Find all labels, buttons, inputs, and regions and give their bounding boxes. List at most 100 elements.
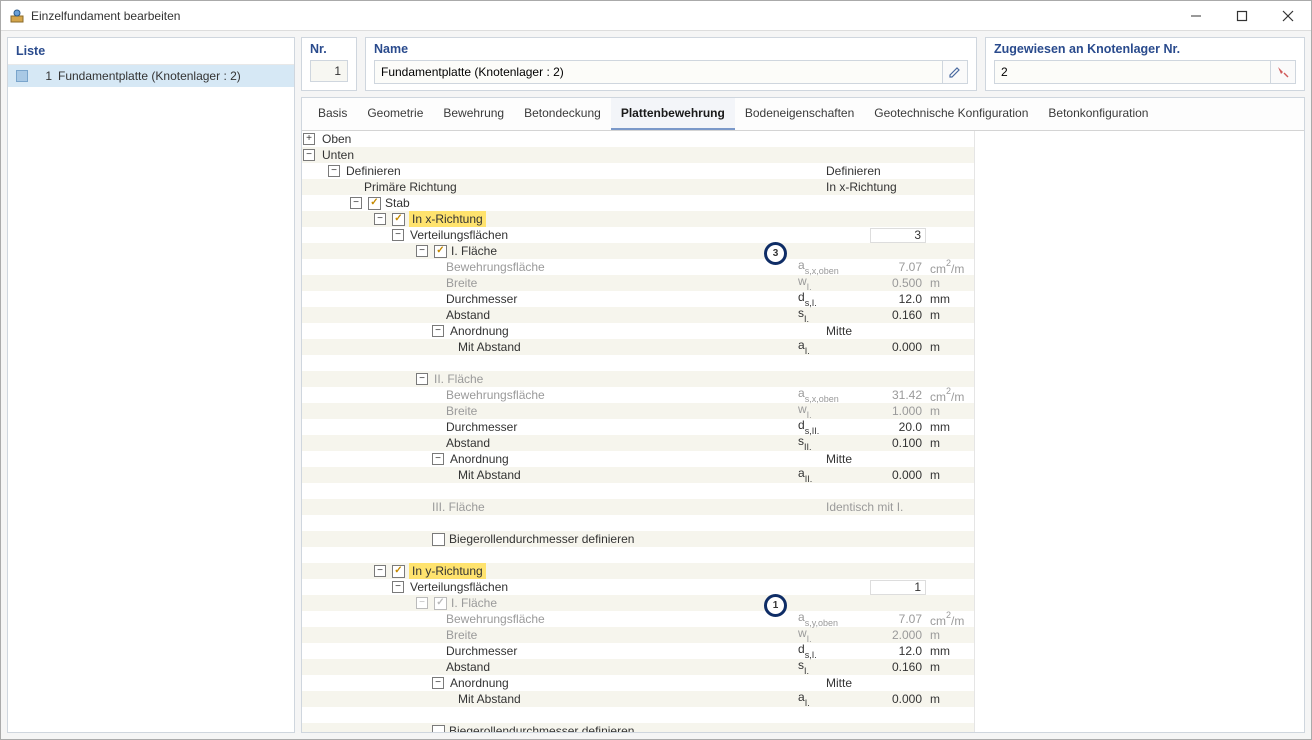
row-spacer2 — [302, 483, 974, 499]
cb-biege-y[interactable] — [432, 725, 445, 733]
row-verteil-y[interactable]: −Verteilungsflächen 1 — [302, 579, 974, 595]
row-abst-y1[interactable]: Abstand sI. 0.160 m — [302, 659, 974, 675]
tab-content: + Oben − Unten − Definieren — [302, 131, 1304, 732]
expand-unten[interactable]: − — [303, 149, 315, 161]
expand-oben[interactable]: + — [303, 133, 315, 145]
expand-anord-x2[interactable]: − — [432, 453, 444, 465]
val-durch-x1[interactable]: 12.0 — [870, 291, 926, 307]
tab-plattenbewehrung[interactable]: Plattenbewehrung — [611, 98, 735, 130]
body: Liste 1 Fundamentplatte (Knotenlager : 2… — [1, 31, 1311, 739]
tab-geotech[interactable]: Geotechnische Konfiguration — [864, 98, 1038, 130]
val-mitabst-y1[interactable]: 0.000 — [870, 691, 926, 707]
tab-bewehrung[interactable]: Bewehrung — [433, 98, 514, 130]
expand-inx[interactable]: − — [374, 213, 386, 225]
tab-betonkonfig[interactable]: Betonkonfiguration — [1038, 98, 1158, 130]
row-in-y[interactable]: −In y-Richtung — [302, 563, 974, 579]
label-breite-x1: Breite — [446, 275, 477, 291]
row-spacer4 — [302, 547, 974, 563]
name-label: Name — [374, 40, 968, 60]
row-durch-x2[interactable]: Durchmesser ds,II. 20.0 mm — [302, 419, 974, 435]
val-verteil-y[interactable]: 1 — [870, 580, 926, 595]
row-durch-x1[interactable]: Durchmesser ds,I. 12.0 mm — [302, 291, 974, 307]
row-iflaeche-x[interactable]: −I. Fläche — [302, 243, 974, 259]
label-abst-x2: Abstand — [446, 435, 490, 451]
tab-bodeneigenschaften[interactable]: Bodeneigenschaften — [735, 98, 864, 130]
window-controls — [1173, 1, 1311, 31]
val-breite-x2: 1.000 — [870, 403, 926, 419]
row-iiflaeche-x[interactable]: −II. Fläche — [302, 371, 974, 387]
expand-definieren[interactable]: − — [328, 165, 340, 177]
label-iii-x: III. Fläche — [432, 499, 485, 515]
cb-iny[interactable] — [392, 565, 405, 578]
list-item-num: 1 — [34, 69, 52, 83]
label-prim: Primäre Richtung — [364, 179, 457, 195]
label-mitabst-y1: Mit Abstand — [458, 691, 521, 707]
row-anord-x2[interactable]: −Anordnung Mitte — [302, 451, 974, 467]
cb-ifl-x[interactable] — [434, 245, 447, 258]
val-abst-x2[interactable]: 0.100 — [870, 435, 926, 451]
main-window: Einzelfundament bearbeiten Liste 1 Funda… — [0, 0, 1312, 740]
expand-iny[interactable]: − — [374, 565, 386, 577]
row-in-x[interactable]: −In x-Richtung — [302, 211, 974, 227]
row-mitabst-y1[interactable]: Mit Abstand aI. 0.000 m — [302, 691, 974, 707]
tab-geometrie[interactable]: Geometrie — [357, 98, 433, 130]
row-definieren[interactable]: −Definieren Definieren — [302, 163, 974, 179]
row-stab[interactable]: −Stab — [302, 195, 974, 211]
label-biege-x: Biegerollendurchmesser definieren — [449, 531, 634, 547]
cb-stab[interactable] — [368, 197, 381, 210]
expand-verteil-x[interactable]: − — [392, 229, 404, 241]
label-ifl-y: I. Fläche — [451, 595, 497, 611]
expand-verteil-y[interactable]: − — [392, 581, 404, 593]
row-oben[interactable]: + Oben — [302, 131, 974, 147]
val-verteil-x[interactable]: 3 — [870, 228, 926, 243]
close-button[interactable] — [1265, 1, 1311, 31]
pick-node-button[interactable] — [1270, 60, 1296, 84]
app-icon — [9, 8, 25, 24]
cb-inx[interactable] — [392, 213, 405, 226]
property-tree[interactable]: + Oben − Unten − Definieren — [302, 131, 974, 732]
val-durch-x2[interactable]: 20.0 — [870, 419, 926, 435]
row-abst-x2[interactable]: Abstand sII. 0.100 m — [302, 435, 974, 451]
row-unten[interactable]: − Unten — [302, 147, 974, 163]
row-biege-x[interactable]: Biegerollendurchmesser definieren — [302, 531, 974, 547]
label-anord-x2: Anordnung — [450, 451, 509, 467]
row-anord-y1[interactable]: −Anordnung Mitte — [302, 675, 974, 691]
nr-label: Nr. — [310, 40, 348, 60]
row-spacer5 — [302, 707, 974, 723]
assigned-input[interactable] — [994, 60, 1270, 84]
row-durch-y1[interactable]: Durchmesser ds,I. 12.0 mm — [302, 643, 974, 659]
val-mitabst-x2[interactable]: 0.000 — [870, 467, 926, 483]
tabstrip: Basis Geometrie Bewehrung Betondeckung P… — [302, 98, 1304, 131]
expand-anord-y1[interactable]: − — [432, 677, 444, 689]
row-anord-x1[interactable]: −Anordnung Mitte — [302, 323, 974, 339]
row-prim[interactable]: Primäre Richtung In x-Richtung — [302, 179, 974, 195]
list-item[interactable]: 1 Fundamentplatte (Knotenlager : 2) — [8, 65, 294, 87]
rename-button[interactable] — [942, 60, 968, 84]
val-abst-x1[interactable]: 0.160 — [870, 307, 926, 323]
expand-ifl-y[interactable]: − — [416, 597, 428, 609]
row-mitabst-x2[interactable]: Mit Abstand aII. 0.000 m — [302, 467, 974, 483]
cb-biege-x[interactable] — [432, 533, 445, 546]
row-verteil-x[interactable]: −Verteilungsflächen 3 — [302, 227, 974, 243]
val-mitabst-x1[interactable]: 0.000 — [870, 339, 926, 355]
val-breite-x1: 0.500 — [870, 275, 926, 291]
row-mitabst-x1[interactable]: Mit Abstand aI. 0.000 m — [302, 339, 974, 355]
name-input[interactable] — [374, 60, 942, 84]
expand-ifl-x[interactable]: − — [416, 245, 428, 257]
val-durch-y1[interactable]: 12.0 — [870, 643, 926, 659]
val-iii-x: Identisch mit I. — [822, 499, 926, 515]
minimize-button[interactable] — [1173, 1, 1219, 31]
expand-anord-x1[interactable]: − — [432, 325, 444, 337]
label-unten: Unten — [322, 147, 354, 163]
expand-stab[interactable]: − — [350, 197, 362, 209]
tab-basis[interactable]: Basis — [308, 98, 357, 130]
maximize-button[interactable] — [1219, 1, 1265, 31]
expand-iifl-x[interactable]: − — [416, 373, 428, 385]
row-abst-x1[interactable]: Abstand sI. 0.160 m — [302, 307, 974, 323]
tab-betondeckung[interactable]: Betondeckung — [514, 98, 611, 130]
val-definieren[interactable]: Definieren — [822, 163, 926, 179]
row-biege-y[interactable]: Biegerollendurchmesser definieren — [302, 723, 974, 732]
val-prim[interactable]: In x-Richtung — [822, 179, 926, 195]
val-abst-y1[interactable]: 0.160 — [870, 659, 926, 675]
name-field: Name — [365, 37, 977, 91]
